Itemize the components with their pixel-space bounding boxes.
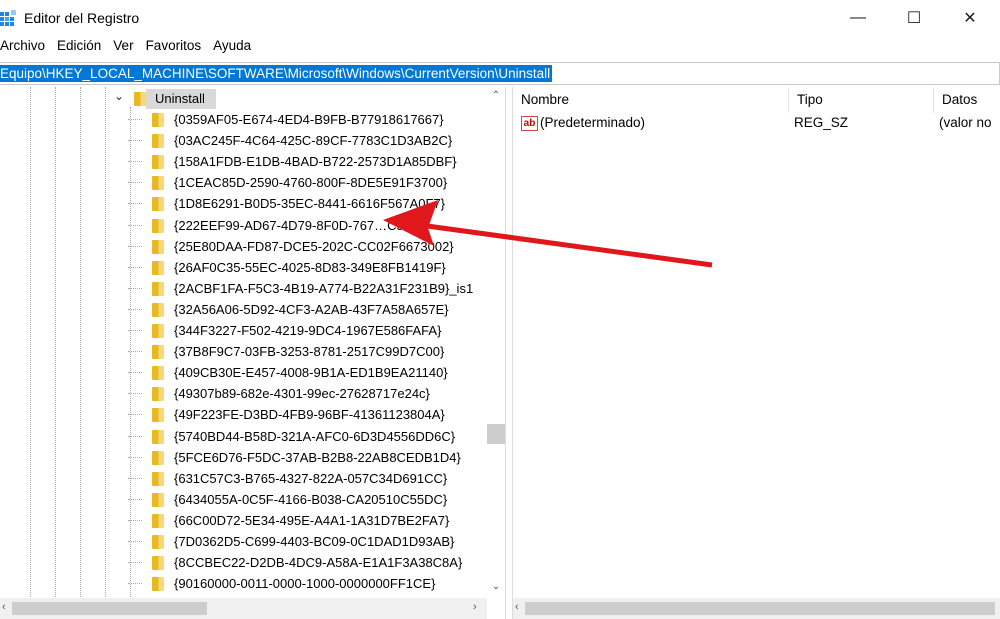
arrow-head — [383, 200, 438, 246]
red-arrow-annotation — [383, 200, 713, 268]
arrow-shaft — [419, 222, 713, 268]
